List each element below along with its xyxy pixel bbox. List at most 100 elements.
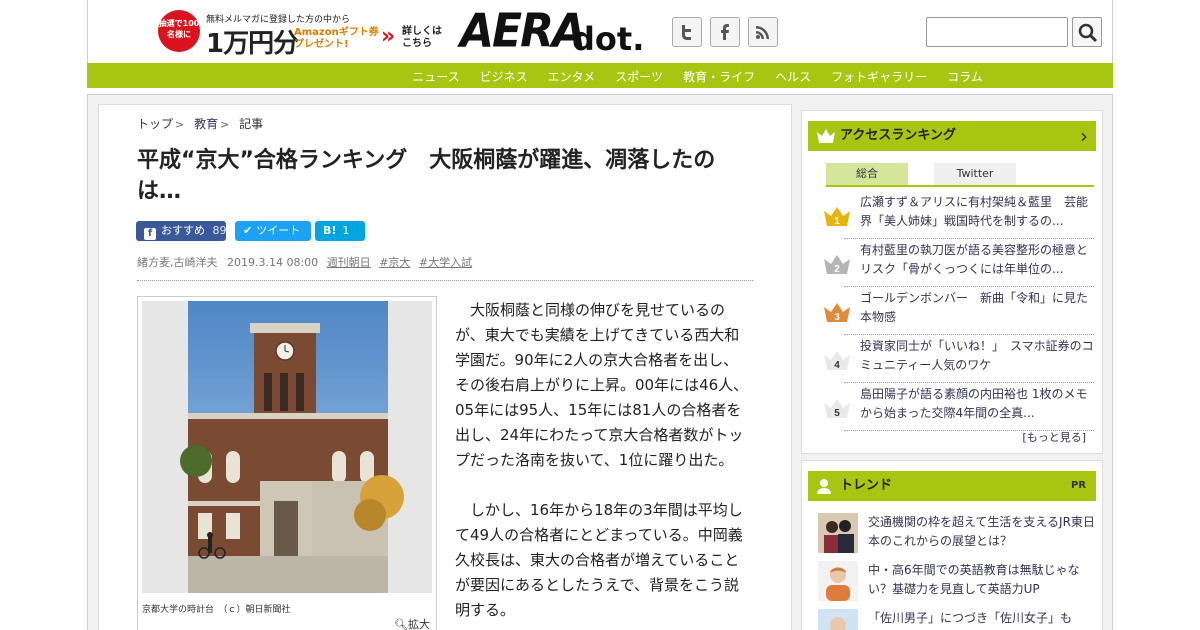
nav-item-column[interactable]: コラム — [947, 68, 983, 85]
svg-text:4: 4 — [834, 360, 840, 371]
ranking-list: 1 広瀬すず＆アリスに有村架純＆藍里 芸能界「美人姉妹」戦国時代を制するの...… — [824, 191, 1094, 431]
ranking-item[interactable]: 1 広瀬すず＆アリスに有村架純＆藍里 芸能界「美人姉妹」戦国時代を制するの... — [824, 191, 1094, 239]
hatena-label: B! — [323, 224, 337, 237]
ranking-item-title: ゴールデンボンバー 新曲「令和」に見た本物感 — [860, 291, 1089, 324]
facebook-share-count: 89 — [212, 224, 227, 237]
search-icon — [1078, 23, 1098, 43]
nav-item-entertainment[interactable]: エンタメ — [548, 68, 596, 85]
nav-item-health[interactable]: ヘルス — [775, 68, 811, 85]
article-authors: 緒方麦,古崎洋夫 — [137, 256, 218, 269]
chevron-right-icon: > — [220, 118, 230, 131]
ranking-item[interactable]: 5 島田陽子が語る素顔の内田裕也 1枚のメモから始まった交際4年間の全真... — [824, 383, 1094, 431]
chevron-right-icon: > — [175, 118, 185, 131]
ranking-tabs: 総合 Twitter — [826, 163, 1094, 187]
tag-link[interactable]: #大学入試 — [419, 256, 472, 269]
access-ranking-panel: アクセスランキング › 総合 Twitter 1 広瀬すず＆アリスに有村架純＆藍… — [801, 110, 1103, 454]
trend-thumbnail — [818, 513, 858, 553]
promo-gift: Amazonギフト券 プレゼント! — [294, 27, 379, 51]
logo-dot-text: dot. — [572, 20, 645, 58]
hatena-bookmark-button[interactable]: B! 1 — [315, 221, 365, 241]
tweet-label: ツイート — [256, 224, 301, 237]
svg-text:5: 5 — [834, 408, 840, 419]
site-logo[interactable]: AERA dot. — [460, 4, 652, 59]
breadcrumb-education[interactable]: 教育 — [194, 117, 218, 131]
double-chevron-icon: » — [381, 24, 395, 49]
kyoto-university-clock-tower-photo — [142, 301, 432, 593]
rss-icon[interactable] — [748, 17, 778, 47]
search-button[interactable] — [1072, 17, 1102, 47]
ranking-item[interactable]: 2 有村藍里の執刀医が語る美容整形の極意とリスク「骨がくっつくには年単位の... — [824, 239, 1094, 287]
ranking-item-title: 広瀬すず＆アリスに有村架純＆藍里 芸能界「美人姉妹」戦国時代を制するの... — [860, 195, 1089, 228]
pr-label: PR — [1070, 480, 1086, 491]
trend-list: 交通機関の枠を超えて生活を支えるJR東日本のこれからの展望とは？ 中・高6年間で… — [818, 511, 1098, 630]
article-meta: 緒方麦,古崎洋夫 2019.3.14 08:00 週刊朝日 #京大 #大学入試 — [137, 254, 472, 270]
trend-item[interactable]: 中・高6年間での英語教育は無駄じゃない？基礎力を見直して英語力UP — [818, 559, 1098, 607]
promo-amount: 1万円分 — [206, 29, 299, 59]
trend-thumbnail — [818, 609, 858, 630]
trend-title: トレンド — [840, 478, 893, 493]
rank-1-crown-icon: 1 — [824, 207, 850, 227]
article-photo[interactable] — [142, 301, 432, 593]
more-ranking-link[interactable]: [もっと見る] — [1022, 429, 1086, 445]
article-paragraph: しかし、16年から18年の3年間は平均して49人の合格者にとどまっている。中岡義… — [455, 501, 743, 619]
svg-text:3: 3 — [834, 312, 840, 323]
promo-gift-line2: プレゼント! — [294, 39, 349, 50]
ranking-item[interactable]: 4 投資家同士が「いいね！」 スマホ証券のコミュニティー人気のワケ — [824, 335, 1094, 383]
tweet-button[interactable]: ✔ ツイート — [235, 221, 311, 241]
nav-item-news[interactable]: ニュース — [412, 68, 459, 85]
svg-text:2: 2 — [834, 264, 840, 275]
promo-details-line1: 詳しくは — [402, 26, 442, 37]
promo-details-line2: こちら — [402, 38, 432, 49]
divider — [137, 280, 753, 281]
trend-item[interactable]: 交通機関の枠を超えて生活を支えるJR東日本のこれからの展望とは？ — [818, 511, 1098, 559]
ranking-item-title: 島田陽子が語る素顔の内田裕也 1枚のメモから始まった交際4年間の全真... — [860, 387, 1088, 420]
person-icon — [817, 479, 831, 494]
twitter-bird-icon: ✔ — [243, 224, 253, 237]
ranking-item-title: 有村藍里の執刀医が語る美容整形の極意とリスク「骨がくっつくには年単位の... — [860, 243, 1089, 276]
tag-link[interactable]: #京大 — [379, 256, 410, 269]
nav-item-business[interactable]: ビジネス — [480, 68, 528, 85]
nav-item-photo-gallery[interactable]: フォトギャラリー — [831, 68, 927, 85]
nav-item-education-life[interactable]: 教育・ライフ — [683, 68, 755, 85]
trend-item[interactable]: 「佐川男子」につづき「佐川女子」も — [818, 607, 1098, 630]
trend-item-title: 交通機関の枠を超えて生活を支えるJR東日本のこれからの展望とは？ — [868, 515, 1095, 548]
article-paragraph: 大阪桐蔭と同様の伸びを見せているのが、東大でも実績を上げてきている西大和学園だ。… — [455, 301, 749, 469]
svg-text:1: 1 — [834, 216, 840, 227]
article-panel: トップ > 教育 > 記事 平成“京大”合格ランキング 大阪桐蔭が躍進、凋落したのは… — [98, 104, 792, 630]
facebook-share-button[interactable]: f おすすめ 89 — [136, 221, 227, 241]
zoom-label: 拡大 — [407, 618, 430, 630]
nav-item-sports[interactable]: スポーツ — [615, 68, 663, 85]
magnifier-icon: 🔍︎ — [394, 618, 408, 630]
rank-3-crown-icon: 3 — [824, 303, 850, 323]
newsletter-promo-banner[interactable]: 抽選で100名様に 無料メルマガに登録した方の中から 1万円分 Amazonギフ… — [158, 10, 448, 59]
facebook-share-label: おすすめ — [161, 224, 205, 237]
trend-item-title: 「佐川男子」につづき「佐川女子」も — [868, 611, 1073, 625]
zoom-button[interactable]: 🔍︎拡大 — [394, 616, 430, 630]
article-figure[interactable]: 京都大学の時計台 （ｃ）朝日新聞社 🔍︎拡大 — [137, 296, 437, 630]
tab-twitter[interactable]: Twitter — [934, 163, 1016, 185]
access-ranking-header[interactable]: アクセスランキング › — [808, 121, 1096, 151]
ranking-item[interactable]: 3 ゴールデンボンバー 新曲「令和」に見た本物感 — [824, 287, 1094, 335]
article-headline: 平成“京大”合格ランキング 大阪桐蔭が躍進、凋落したのは… — [137, 148, 716, 204]
rank-2-crown-icon: 2 — [824, 255, 850, 275]
facebook-icon[interactable] — [710, 17, 740, 47]
trend-item-title: 中・高6年間での英語教育は無駄じゃない？基礎力を見直して英語力UP — [868, 563, 1080, 596]
chevron-right-icon: › — [1080, 124, 1088, 148]
access-ranking-title: アクセスランキング — [840, 128, 956, 143]
breadcrumb-current: 記事 — [239, 117, 264, 131]
facebook-icon: f — [144, 228, 156, 240]
rank-5-crown-icon: 5 — [824, 399, 850, 419]
tab-overall[interactable]: 総合 — [826, 163, 908, 185]
twitter-icon[interactable] — [672, 17, 702, 47]
site-header: 抽選で100名様に 無料メルマガに登録した方の中から 1万円分 Amazonギフ… — [87, 0, 1113, 63]
figure-caption: 京都大学の時計台 （ｃ）朝日新聞社 — [142, 605, 291, 615]
promo-gift-line1: Amazonギフト券 — [294, 27, 379, 38]
article-source-link[interactable]: 週刊朝日 — [327, 256, 371, 269]
breadcrumb-top[interactable]: トップ — [137, 117, 173, 131]
article-date: 2019.3.14 08:00 — [227, 256, 319, 269]
logo-aera-text: AERA — [460, 4, 586, 59]
trend-thumbnail — [818, 561, 858, 601]
hatena-count: 1 — [342, 224, 350, 237]
promo-details-link[interactable]: 詳しくは こちら — [402, 26, 442, 50]
search-input[interactable] — [926, 17, 1068, 47]
